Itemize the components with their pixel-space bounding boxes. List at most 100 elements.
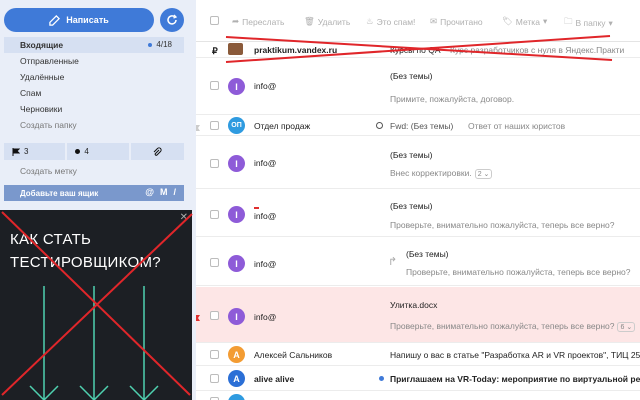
message-row[interactable]: I info@ Улитка.docx Проверьте, вниматель…: [196, 287, 640, 343]
subject: (Без темы): [390, 150, 433, 160]
subject: Fwd: (Без темы): [390, 121, 454, 131]
checkbox[interactable]: [210, 121, 219, 130]
checkbox[interactable]: [210, 81, 219, 90]
folder-label: Создать папку: [20, 120, 77, 130]
snippet: Курс разработчиков с нуля в Яндекс.Практ…: [450, 45, 625, 55]
message-toolbar: ➦ Переслать 🗑 Удалить ♨ Это спам! ✉ Прочитан…: [196, 0, 640, 42]
sender: Отдел продаж: [254, 121, 311, 131]
close-icon[interactable]: ✕: [180, 212, 188, 223]
subject: (Без темы): [406, 249, 449, 259]
filter-unread[interactable]: 4: [67, 143, 129, 160]
folder-label: Входящие: [20, 40, 64, 50]
folder-label: Отправленные: [20, 56, 79, 66]
sender: info@: [254, 158, 277, 168]
sender: praktikum.vandex.ru: [254, 45, 338, 55]
move-to-folder-button[interactable]: 🗀 В папку ▾: [564, 16, 613, 30]
compose-row: Написать: [4, 8, 184, 32]
message-row[interactable]: A alive alive Приглашаем на VR-Today: ме…: [196, 367, 640, 391]
folder-icon: 🗀: [564, 16, 573, 26]
thread-count[interactable]: 2 ⌄: [474, 168, 493, 179]
label-button[interactable]: 🏷 Метка ▾: [502, 16, 547, 27]
snippet: Примите, пожалуйста, договор.: [390, 94, 515, 104]
avatar: I: [228, 308, 245, 325]
sender: info@: [254, 312, 277, 322]
folder-spam[interactable]: Спам: [4, 85, 184, 101]
flag-icon[interactable]: [196, 123, 200, 131]
add-mailbox-button[interactable]: Добавьте ваш ящик @ M /: [4, 185, 184, 201]
sender: info@: [254, 259, 277, 269]
avatar: [228, 43, 243, 55]
flag-icon[interactable]: [196, 313, 200, 321]
chevron-down-icon: ▾: [542, 16, 548, 26]
message-row[interactable]: А Алексей Сальников Напишу о вас в стать…: [196, 344, 640, 366]
spam-button[interactable]: ♨ Это спам!: [366, 16, 415, 27]
fire-icon: ♨: [366, 16, 374, 26]
delete-button[interactable]: 🗑 Удалить: [304, 16, 350, 27]
subject: Напишу о вас в статье "Разработка AR и V…: [390, 350, 640, 360]
gmail-icon: M: [159, 187, 168, 197]
subject: Курсы по QA: [390, 45, 441, 55]
create-folder-link[interactable]: Создать папку: [4, 117, 184, 133]
forward-button[interactable]: ➦ Переслать: [232, 16, 285, 27]
filter-attachments[interactable]: [130, 143, 184, 160]
avatar: I: [228, 155, 245, 172]
create-label-link[interactable]: Создать метку: [20, 166, 77, 176]
checkbox[interactable]: [210, 16, 219, 25]
mark-read-button[interactable]: ✉ Прочитано: [430, 16, 483, 27]
snippet: Проверьте, внимательно пожалуйста, тепер…: [406, 267, 631, 277]
paperclip-icon: [153, 146, 162, 156]
checkbox[interactable]: [210, 258, 219, 267]
ruble-icon: ₽: [212, 46, 218, 56]
avatar: I: [228, 255, 245, 272]
subject: Улитка.docx: [390, 300, 438, 310]
message-row[interactable]: I info@ (Без темы) Примите, пожалуйста, …: [196, 59, 640, 115]
avatar: А: [228, 346, 245, 363]
checkbox[interactable]: [210, 374, 219, 383]
read-status-icon[interactable]: [376, 122, 383, 129]
chevron-down-icon: ▾: [608, 17, 613, 28]
folder-inbox[interactable]: Входящие 4/18: [4, 37, 184, 53]
quick-filters: 3 4: [4, 143, 184, 160]
avatar: ОП: [228, 117, 245, 134]
trash-icon: 🗑: [304, 16, 315, 26]
checkbox[interactable]: [210, 311, 219, 320]
avatar: [228, 394, 245, 400]
folder-label: Спам: [20, 88, 42, 98]
subject: (Без темы): [390, 201, 433, 211]
forward-icon: ➦: [232, 16, 240, 26]
message-row[interactable]: [196, 392, 640, 400]
unread-dot-icon[interactable]: [379, 376, 384, 381]
ad-banner[interactable]: КАК СТАТЬ ТЕСТИРОВЩИКОМ? ✕: [0, 210, 192, 400]
avatar: I: [228, 206, 245, 223]
refresh-button[interactable]: [160, 8, 184, 32]
sender: info@: [254, 211, 277, 221]
refresh-icon: [167, 14, 178, 25]
checkbox[interactable]: [210, 159, 219, 168]
avatar: I: [228, 78, 245, 95]
folder-drafts[interactable]: Черновики: [4, 101, 184, 117]
message-row[interactable]: ОП Отдел продаж Fwd: (Без темы) Ответ от…: [196, 116, 640, 136]
message-row[interactable]: I info@ (Без темы) Внес корректировки. 2 …: [196, 137, 640, 189]
folder-sent[interactable]: Отправленные: [4, 53, 184, 69]
compose-button[interactable]: Написать: [4, 8, 154, 32]
subject: Приглашаем на VR-Today: мероприятие по в…: [390, 374, 640, 384]
thread-count[interactable]: 6 ⌄: [617, 321, 636, 332]
folder-list: Входящие 4/18 Отправленные Удалённые Спа…: [4, 37, 184, 133]
folder-label: Удалённые: [20, 72, 65, 82]
checkbox[interactable]: [210, 350, 219, 359]
folder-deleted[interactable]: Удалённые: [4, 69, 184, 85]
new-marker: [254, 207, 259, 209]
message-row[interactable]: ₽ praktikum.vandex.ru Курсы по QA Курс р…: [196, 43, 640, 58]
add-mailbox-label: Добавьте ваш ящик: [20, 188, 99, 198]
message-row[interactable]: I info@ ↱ (Без темы) Проверьте, внимател…: [196, 238, 640, 286]
message-row[interactable]: I info@ (Без темы) Проверьте, внимательн…: [196, 190, 640, 237]
folder-count: 4/18: [148, 37, 172, 53]
select-all-checkbox[interactable]: [210, 16, 219, 25]
snippet: Проверьте, внимательно пожалуйста, тепер…: [390, 220, 615, 230]
pencil-icon: [49, 14, 61, 26]
avatar: A: [228, 370, 245, 387]
snippet: Проверьте, внимательно пожалуйста, тепер…: [390, 321, 636, 332]
checkbox[interactable]: [210, 210, 219, 219]
filter-flagged[interactable]: 3: [4, 143, 66, 160]
mailbox-icons: @ M /: [145, 187, 176, 197]
